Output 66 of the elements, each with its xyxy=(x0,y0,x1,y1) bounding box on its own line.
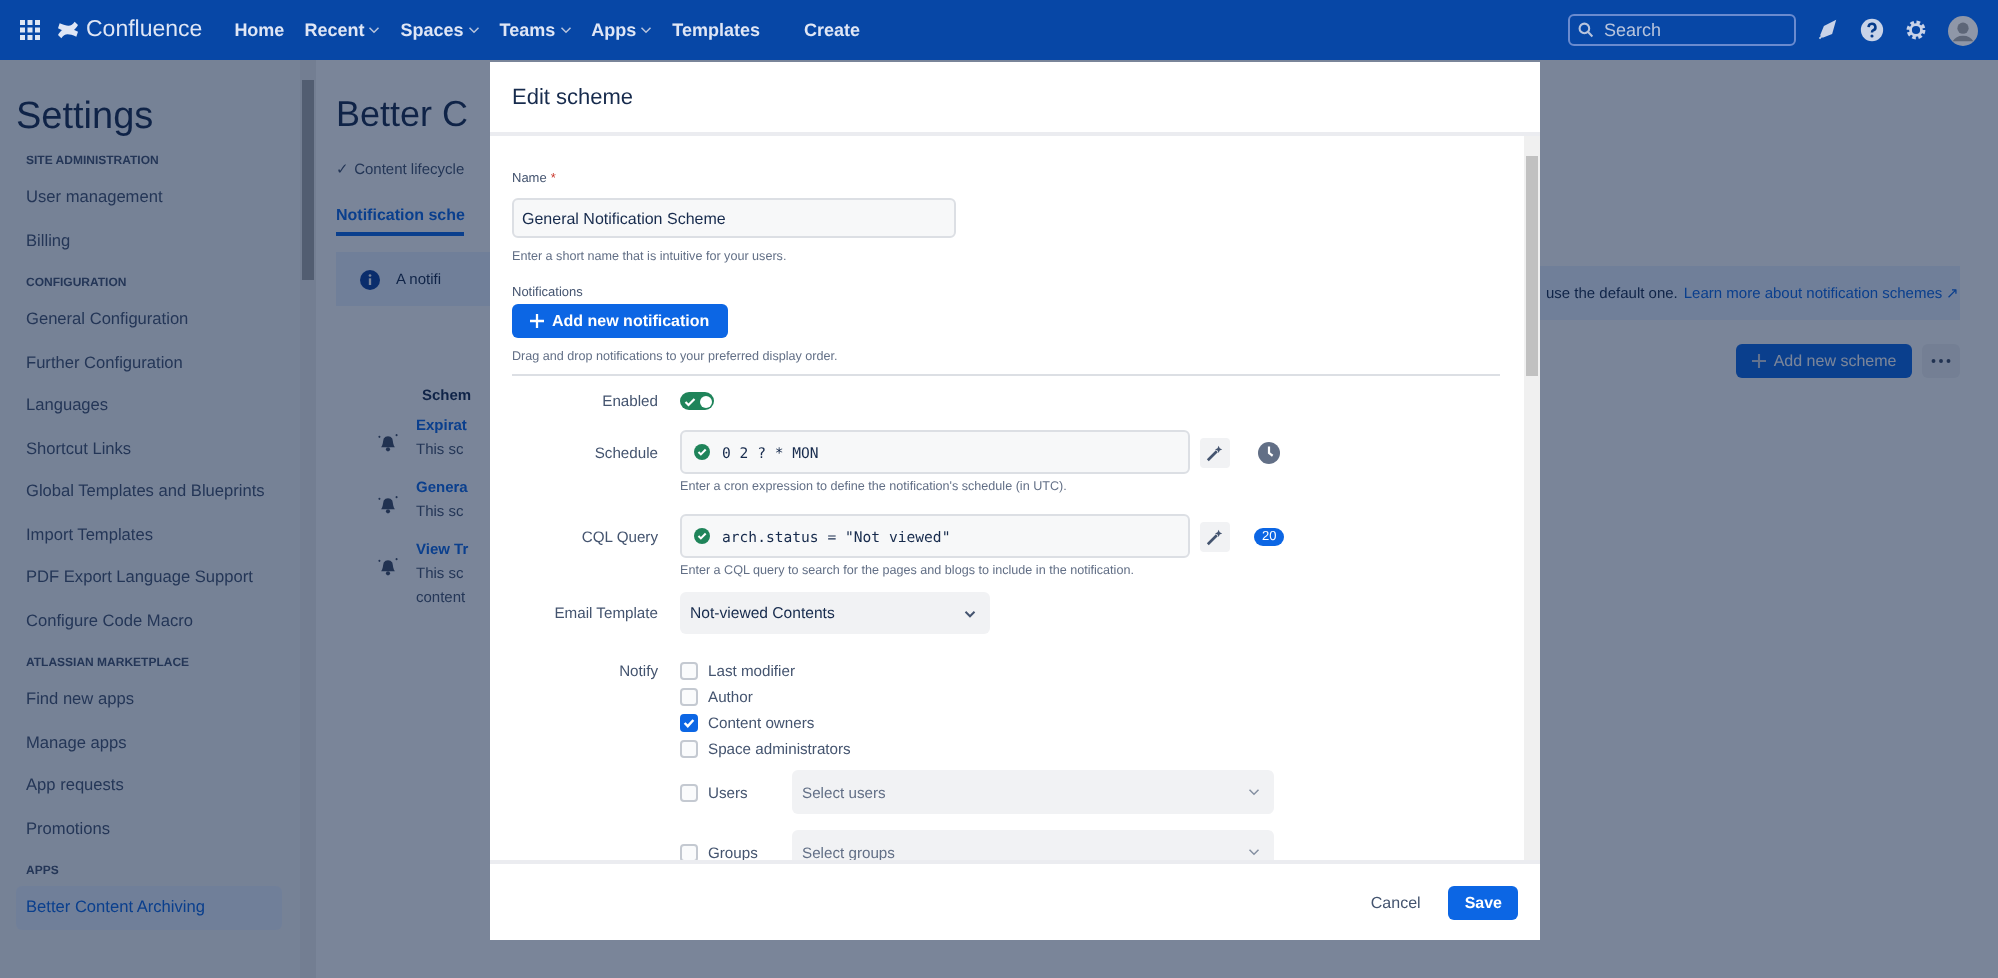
save-button[interactable]: Save xyxy=(1448,885,1518,919)
create-link[interactable]: Create xyxy=(803,20,860,40)
sidebar-item[interactable]: Global Templates and Blueprints xyxy=(16,470,282,513)
sidebar-item[interactable]: Further Configuration xyxy=(16,341,282,384)
scrollbar[interactable] xyxy=(1524,136,1540,860)
info-icon xyxy=(360,269,380,289)
sidebar-item[interactable]: General Configuration xyxy=(16,298,282,341)
sidebar-item[interactable]: Find new apps xyxy=(16,678,282,721)
chevron-down-icon xyxy=(1248,848,1260,856)
checkbox[interactable] xyxy=(680,662,698,680)
rocket-icon[interactable] xyxy=(1816,18,1840,42)
product-name[interactable]: Confluence xyxy=(86,18,203,42)
nav-menu-item[interactable]: Spaces xyxy=(400,20,480,40)
sidebar-item[interactable]: Promotions xyxy=(16,807,282,850)
clock-icon[interactable] xyxy=(1258,441,1280,463)
settings-icon[interactable] xyxy=(1904,18,1928,42)
bell-icon xyxy=(376,554,400,578)
magic-wand-button[interactable] xyxy=(1200,437,1230,467)
magic-wand-icon xyxy=(1206,527,1224,545)
nav-menu-item[interactable]: Recent xyxy=(304,20,381,40)
dialog-title: Edit scheme xyxy=(512,85,634,109)
page-tab[interactable]: Notification sche xyxy=(336,206,465,236)
bell-icon xyxy=(376,492,400,516)
scrollbar[interactable] xyxy=(300,60,316,978)
name-input-field[interactable]: General Notification Scheme xyxy=(512,198,956,238)
sidebar-title: Settings xyxy=(16,96,156,140)
nav-menu-item[interactable]: Teams xyxy=(499,20,572,40)
checkbox[interactable] xyxy=(680,783,698,801)
checkbox[interactable] xyxy=(680,740,698,758)
nav-menu-item[interactable]: Home xyxy=(234,20,285,40)
sidebar-item[interactable]: User management xyxy=(16,176,282,219)
nav-menu-item[interactable]: Templates xyxy=(672,20,760,40)
chevron-down-icon xyxy=(1248,788,1260,796)
search-field[interactable]: Search xyxy=(1568,14,1796,46)
check-icon xyxy=(684,395,696,407)
magic-wand-icon xyxy=(1206,443,1224,461)
search-icon xyxy=(1578,22,1594,38)
check-icon xyxy=(682,716,696,730)
magic-wand-button[interactable] xyxy=(1200,521,1230,551)
sidebar-item[interactable]: Manage apps xyxy=(16,721,282,764)
page-title: Better C xyxy=(336,94,471,136)
checkbox[interactable] xyxy=(680,843,698,860)
bell-icon xyxy=(376,430,400,454)
checkbox[interactable] xyxy=(680,714,698,732)
sidebar-item[interactable]: PDF Export Language Support xyxy=(16,556,282,599)
add-scheme-button[interactable]: Add new scheme xyxy=(1735,344,1913,378)
app-switcher-icon[interactable] xyxy=(20,20,40,40)
more-button[interactable] xyxy=(1922,344,1961,378)
cancel-button[interactable]: Cancel xyxy=(1358,885,1433,919)
checkbox[interactable] xyxy=(680,688,698,706)
logo-icon xyxy=(56,20,80,40)
add-notification-button[interactable]: Add new notification xyxy=(512,304,728,338)
sidebar-item[interactable]: Configure Code Macro xyxy=(16,599,282,642)
chevron-down-icon xyxy=(964,609,976,617)
enabled-toggle[interactable] xyxy=(680,392,714,410)
sidebar-item[interactable]: Import Templates xyxy=(16,513,282,556)
more-icon xyxy=(1930,358,1953,364)
nav-menu-item[interactable]: Apps xyxy=(591,20,653,40)
plus-icon xyxy=(530,314,544,328)
sidebar-item[interactable]: Billing xyxy=(16,219,282,262)
sidebar-item[interactable]: App requests xyxy=(16,764,282,807)
sidebar-item[interactable]: Shortcut Links xyxy=(16,427,282,470)
plus-icon xyxy=(1751,354,1766,368)
user-avatar[interactable] xyxy=(1948,15,1978,45)
sidebar-item[interactable]: Languages xyxy=(16,384,282,427)
help-icon[interactable] xyxy=(1860,18,1884,42)
